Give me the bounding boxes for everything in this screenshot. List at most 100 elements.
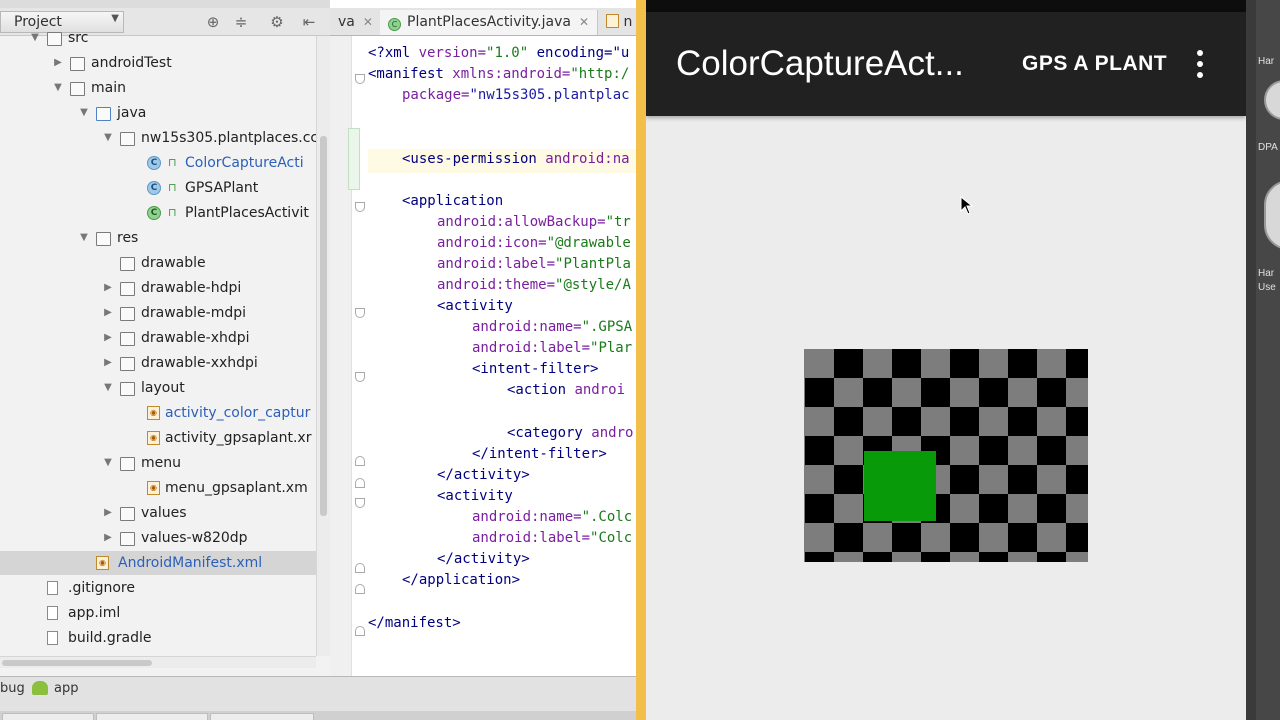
code-line[interactable]: android:theme="@style/A (437, 275, 631, 296)
tree-item-src[interactable]: ▼ src (0, 26, 316, 50)
tree-item-drawable-mdpi[interactable]: ▶ drawable-mdpi (0, 301, 316, 325)
chevron-down-icon[interactable]: ▼ (102, 451, 114, 475)
hscrollbar-thumb[interactable] (2, 660, 152, 666)
fold-marker-icon[interactable] (355, 202, 365, 212)
chevron-right-icon[interactable]: ▶ (52, 51, 64, 75)
tree-item-app-iml[interactable]: app.iml (0, 601, 316, 625)
tab-plantplacesactivity[interactable]: C PlantPlacesActivity.java ✕ (380, 10, 598, 35)
chevron-down-icon[interactable]: ▼ (78, 101, 90, 125)
debug-label[interactable]: bug (0, 681, 25, 696)
project-hscrollbar[interactable] (0, 656, 316, 668)
project-scrollbar[interactable] (316, 36, 330, 656)
fold-marker-icon[interactable] (355, 478, 365, 488)
chevron-down-icon[interactable]: ▼ (52, 76, 64, 100)
fold-marker-icon[interactable] (355, 74, 365, 84)
tree-item-menu-gpsaplant-xm[interactable]: ◉ menu_gpsaplant.xm (0, 476, 316, 500)
chevron-down-icon[interactable]: ▼ (78, 226, 90, 250)
tree-item-values-w820dp[interactable]: ▶ values-w820dp (0, 526, 316, 550)
more-vert-icon[interactable] (1194, 48, 1206, 80)
code-line[interactable]: <uses-permission android:na (402, 149, 630, 170)
code-line[interactable]: android:icon="@drawable (437, 233, 631, 254)
code-line[interactable]: </application> (402, 570, 520, 591)
tree-item-menu[interactable]: ▼ menu (0, 451, 316, 475)
fold-marker-icon[interactable] (355, 308, 365, 318)
code-line[interactable]: android:name=".GPSA (472, 317, 632, 338)
code-line[interactable]: </activity> (437, 549, 530, 570)
tab-java-partial[interactable]: va ✕ (330, 10, 382, 35)
tree-item-build-gradle[interactable]: build.gradle (0, 626, 316, 650)
tree-item-colorcaptureacti[interactable]: ⊓ C ColorCaptureActi (0, 151, 316, 175)
tree-item-gpsaplant[interactable]: ⊓ C GPSAPlant (0, 176, 316, 200)
tree-item-drawable-xxhdpi[interactable]: ▶ drawable-xxhdpi (0, 351, 316, 375)
tab-xml-partial[interactable]: n (598, 10, 636, 35)
code-line[interactable]: <activity (437, 296, 513, 317)
tree-item-drawable[interactable]: drawable (0, 251, 316, 275)
app-config-label[interactable]: app (54, 681, 78, 696)
scrollbar-thumb[interactable] (320, 136, 327, 516)
tree-item-nw15s305-plantplaces-cc[interactable]: ▼ nw15s305.plantplaces.cc (0, 126, 316, 150)
tree-item-drawable-hdpi[interactable]: ▶ drawable-hdpi (0, 276, 316, 300)
chevron-down-icon[interactable]: ▼ (102, 126, 114, 150)
chevron-right-icon[interactable]: ▶ (102, 501, 114, 525)
code-line[interactable]: android:label="Colc (472, 528, 632, 549)
code-line[interactable]: android:label="Plar (472, 338, 632, 359)
code-token-attr: android:label= (472, 530, 591, 546)
tree-item-activity-gpsaplant-xr[interactable]: ◉ activity_gpsaplant.xr (0, 426, 316, 450)
code-line[interactable]: <category andro (507, 423, 633, 444)
code-line[interactable]: <manifest xmlns:android="http:/ (368, 64, 629, 85)
fold-marker-icon[interactable] (355, 584, 365, 594)
chevron-right-icon[interactable]: ▶ (102, 526, 114, 550)
tree-item-activity-color-captur[interactable]: ◉ activity_color_captur (0, 401, 316, 425)
code-line[interactable]: <action androi (507, 380, 625, 401)
tree-item-java[interactable]: ▼ java (0, 101, 316, 125)
fold-marker-icon[interactable] (355, 456, 365, 466)
code-line[interactable]: package="nw15s305.plantplac (402, 85, 630, 106)
tree-item-gitignore[interactable]: .gitignore (0, 576, 316, 600)
tree-item-plantplacesactivit[interactable]: ⊓ C PlantPlacesActivit (0, 201, 316, 225)
tree-item-androidmanifest-xml[interactable]: ◉ AndroidManifest.xml (0, 551, 316, 575)
emulator-screen[interactable]: ColorCaptureAct... GPS A PLANT (646, 0, 1246, 720)
tree-item-drawable-xhdpi[interactable]: ▶ drawable-xhdpi (0, 326, 316, 350)
chevron-down-icon[interactable]: ▼ (29, 26, 41, 50)
xml-file-icon: ◉ (147, 481, 160, 495)
tree-item-main[interactable]: ▼ main (0, 76, 316, 100)
code-line[interactable]: <?xml version="1.0" encoding="u (368, 43, 629, 64)
checker-square (1037, 552, 1066, 562)
tree-item-androidtest[interactable]: ▶ androidTest (0, 51, 316, 75)
close-icon[interactable]: ✕ (363, 15, 373, 29)
dpad-control[interactable] (1264, 180, 1280, 250)
code-line[interactable]: android:allowBackup="tr (437, 212, 631, 233)
code-line[interactable]: android:label="PlantPla (437, 254, 631, 275)
tree-item-res[interactable]: ▼ res (0, 226, 316, 250)
fold-marker-icon[interactable] (355, 626, 365, 636)
screen: Project ▼ ⊕ ≑ ⚙ ⇤ ▼ src ▶ androidTest ▼ main ▼… (0, 0, 1280, 720)
tree-item-label: drawable-mdpi (141, 305, 246, 321)
fold-marker-icon[interactable] (355, 498, 365, 508)
fold-marker-icon[interactable] (355, 372, 365, 382)
code-line[interactable]: <intent-filter> (472, 359, 598, 380)
tree-item-layout[interactable]: ▼ layout (0, 376, 316, 400)
code-line[interactable]: <application (402, 191, 503, 212)
chevron-right-icon[interactable]: ▶ (102, 301, 114, 325)
tool-tab[interactable] (96, 713, 208, 720)
fold-marker-icon[interactable] (355, 563, 365, 573)
knob-control[interactable] (1264, 80, 1280, 120)
code-line[interactable]: <activity (437, 486, 513, 507)
code-line[interactable]: </intent-filter> (472, 444, 607, 465)
tool-tab[interactable] (2, 713, 94, 720)
code-line[interactable]: </manifest> (368, 613, 461, 634)
chevron-down-icon[interactable]: ▼ (102, 376, 114, 400)
chevron-right-icon[interactable]: ▶ (102, 276, 114, 300)
code-editor[interactable]: <?xml version="1.0" encoding="u <manifest… (330, 36, 636, 676)
tool-tab[interactable] (210, 713, 314, 720)
code-line[interactable]: android:name=".Colc (472, 507, 632, 528)
chevron-right-icon[interactable]: ▶ (102, 326, 114, 350)
tree-item-label: drawable-hdpi (141, 280, 242, 296)
chevron-right-icon[interactable]: ▶ (102, 351, 114, 375)
code-token-val: "PlantPla (555, 256, 631, 272)
code-line[interactable]: </activity> (437, 465, 530, 486)
gps-a-plant-button[interactable]: GPS A PLANT (1022, 52, 1167, 76)
close-icon[interactable]: ✕ (579, 15, 589, 29)
tree-item-values[interactable]: ▶ values (0, 501, 316, 525)
project-panel-header (0, 0, 330, 8)
